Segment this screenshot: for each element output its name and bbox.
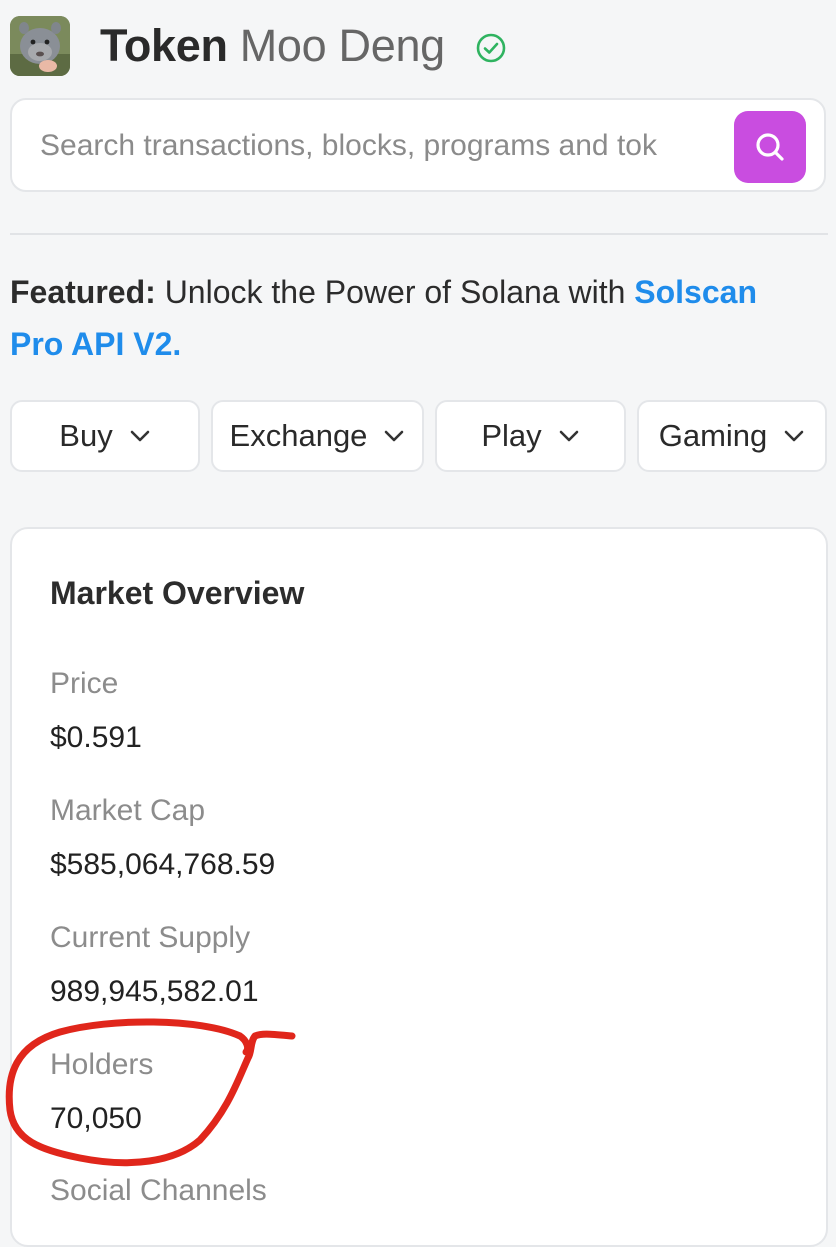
market-cap-label: Market Cap <box>50 794 206 827</box>
chevron-down-icon <box>385 430 404 442</box>
chevron-down-icon <box>784 430 804 442</box>
menu-label: Gaming <box>658 418 768 453</box>
current-supply-value: 989,945,582.01 <box>50 975 259 1008</box>
title-kind: Token <box>100 20 228 71</box>
current-supply-label: Current Supply <box>50 921 251 954</box>
check-circle-icon <box>476 33 506 63</box>
market-overview-card: Market Overview Price $0.591 Market Cap … <box>10 527 828 1247</box>
token-name: Moo Deng <box>239 20 446 71</box>
token-header: Token Moo Deng <box>10 16 507 76</box>
market-overview-title: Market Overview <box>50 575 305 611</box>
price-label: Price <box>50 667 119 700</box>
search-icon <box>756 133 784 161</box>
menu-play-button[interactable]: Play <box>435 400 626 472</box>
price-value: $0.591 <box>50 721 142 754</box>
page-title: Token Moo Deng <box>100 16 445 76</box>
divider <box>10 233 828 235</box>
chevron-down-icon <box>559 430 578 442</box>
market-cap-value: $585,064,768.59 <box>50 848 276 881</box>
holders-label: Holders <box>50 1048 154 1081</box>
menu-label: Buy <box>59 418 113 453</box>
search-bar <box>10 98 826 192</box>
search-button[interactable] <box>734 111 806 183</box>
token-logo <box>10 16 70 76</box>
featured-label: Featured: <box>10 274 156 310</box>
menu-buy-button[interactable]: Buy <box>10 400 200 472</box>
menu-exchange-button[interactable]: Exchange <box>211 400 424 472</box>
featured-banner: Featured: Unlock the Power of Solana wit… <box>10 266 810 370</box>
social-channels-label: Social Channels <box>50 1174 267 1207</box>
chevron-down-icon <box>130 430 150 442</box>
menu-gaming-button[interactable]: Gaming <box>637 400 827 472</box>
holders-value: 70,050 <box>50 1102 142 1135</box>
menu-label: Play <box>481 418 542 453</box>
featured-text: Unlock the Power of Solana with <box>155 274 635 310</box>
search-input[interactable] <box>40 122 710 170</box>
menu-label: Exchange <box>229 418 368 453</box>
